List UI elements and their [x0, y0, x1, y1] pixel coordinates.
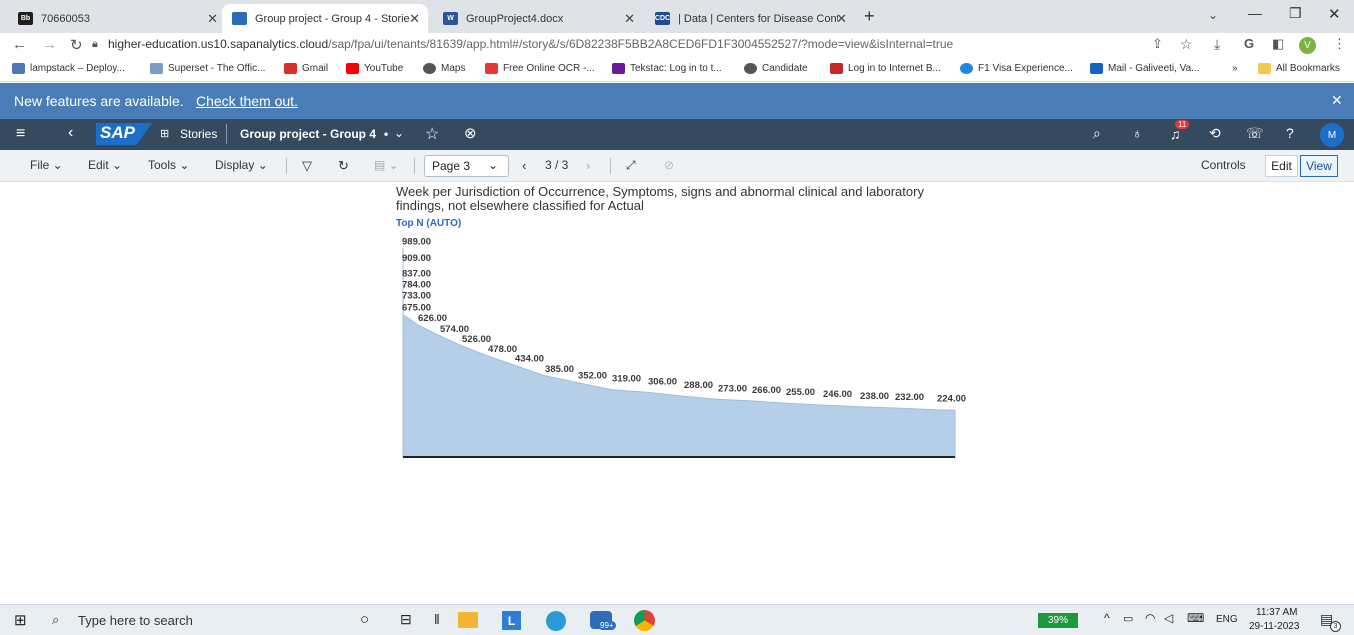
data-label: 273.00: [718, 383, 747, 394]
battery-indicator[interactable]: 39%: [1038, 613, 1078, 628]
data-label: 255.00: [786, 387, 815, 398]
data-label: 434.00: [515, 353, 544, 364]
data-label: 224.00: [937, 394, 966, 405]
app-l-icon[interactable]: L: [502, 611, 521, 630]
data-label: 989.00: [402, 236, 431, 247]
data-label: 526.00: [462, 334, 491, 345]
taskbar-search-input[interactable]: Type here to search: [78, 613, 193, 628]
area-series[interactable]: [402, 248, 956, 458]
clock-time[interactable]: 11:37 AM: [1256, 607, 1298, 618]
windows-start-icon[interactable]: ⊞: [14, 611, 27, 629]
clock-date[interactable]: 29-11-2023: [1249, 621, 1299, 632]
language-indicator[interactable]: ENG: [1216, 614, 1238, 625]
data-label: 784.00: [402, 280, 431, 291]
search-icon: ⌕: [52, 612, 60, 627]
cortana-icon[interactable]: ○: [360, 611, 369, 628]
data-label: 266.00: [752, 385, 781, 396]
chrome-icon[interactable]: [634, 610, 655, 631]
mail-badge: 99+: [598, 621, 616, 630]
data-label: 306.00: [648, 376, 677, 387]
area-chart: 989.00909.00837.00784.00733.00675.00626.…: [402, 236, 966, 458]
task-view-icon[interactable]: ⊟: [400, 611, 412, 628]
data-label: 288.00: [684, 380, 713, 391]
wifi-icon[interactable]: ◠: [1145, 611, 1155, 625]
notification-count-badge: 3: [1330, 621, 1341, 632]
data-label: 733.00: [402, 290, 431, 301]
data-label: 238.00: [860, 391, 889, 402]
data-label: 232.00: [895, 392, 924, 403]
volume-icon[interactable]: ◁: [1164, 611, 1173, 625]
file-explorer-icon[interactable]: [458, 612, 478, 628]
data-label: 909.00: [402, 253, 431, 264]
data-label: 246.00: [823, 389, 852, 400]
data-label: 352.00: [578, 371, 607, 382]
data-label: 319.00: [612, 374, 641, 385]
tray-chevron-icon[interactable]: ^: [1104, 611, 1110, 625]
edge-icon[interactable]: [546, 611, 566, 631]
data-label: 626.00: [418, 313, 447, 324]
keyboard-icon[interactable]: ⌨: [1187, 611, 1204, 625]
windows-taskbar: ⊞ ⌕ Type here to search ○ ⊟ ‖ L 99+ 39% …: [0, 604, 1354, 635]
data-label: 837.00: [402, 268, 431, 279]
battery-icon[interactable]: ▭: [1123, 612, 1133, 625]
data-label: 385.00: [545, 364, 574, 375]
divider-icon: ‖: [434, 611, 440, 627]
data-label: 478.00: [488, 344, 517, 355]
